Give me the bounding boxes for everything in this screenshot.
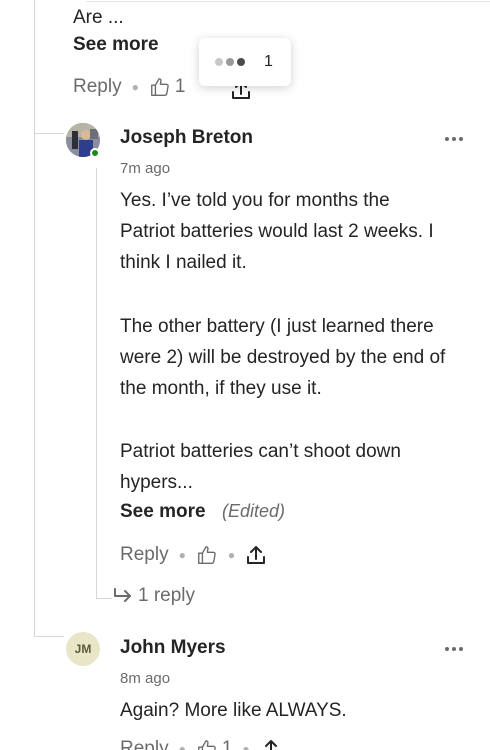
comment-paragraph: The other battery (I just learned there …: [120, 316, 446, 399]
joseph-actions: Reply ● ●: [120, 540, 267, 570]
author-name-john[interactable]: John Myers: [120, 637, 226, 659]
view-replies-button[interactable]: 1 reply: [112, 585, 195, 607]
see-more-row: See more (Edited): [120, 501, 285, 523]
separator-dot: ●: [178, 742, 186, 750]
share-button[interactable]: [245, 543, 267, 567]
tooltip-dot: [215, 58, 223, 66]
thread-line-branch-replies: [96, 598, 112, 599]
comment-paragraph: Patriot batteries can’t shoot down hyper…: [120, 441, 401, 493]
avatar-john[interactable]: JM: [66, 632, 100, 666]
top-comment-actions: Reply ● 1: [73, 72, 185, 102]
comment-paragraph: Yes. I’ve told you for months the Patrio…: [120, 190, 434, 273]
online-indicator: [90, 148, 100, 158]
edited-label: (Edited): [222, 501, 286, 521]
separator-dot: ●: [131, 80, 139, 94]
separator-dot: ●: [242, 742, 250, 750]
replies-count-label: 1 reply: [138, 585, 196, 606]
timestamp-john: 8m ago: [120, 670, 171, 687]
top-comment-text: Are ...: [73, 7, 124, 28]
clap-tooltip-count: 1: [264, 53, 273, 70]
share-button[interactable]: [260, 737, 282, 750]
clap-icon: [197, 740, 216, 750]
top-comment-clap-button[interactable]: 1: [149, 76, 186, 98]
clap-icon: [197, 546, 216, 564]
separator-dot: ●: [227, 548, 236, 562]
more-icon[interactable]: [444, 646, 464, 652]
top-comment-reply-button[interactable]: Reply: [73, 76, 122, 98]
thread-line-branch-joseph: [34, 133, 64, 134]
thread-line-branch-john: [34, 636, 64, 637]
reply-button[interactable]: Reply: [120, 738, 169, 750]
reply-button[interactable]: Reply: [120, 544, 169, 566]
john-actions: Reply ● 1 ●: [120, 734, 282, 750]
author-name-joseph[interactable]: Joseph Breton: [120, 127, 253, 149]
timestamp-joseph: 7m ago: [120, 160, 171, 177]
clap-button[interactable]: 1: [196, 738, 233, 750]
thread-line-inner: [96, 168, 97, 598]
clap-icon: [150, 78, 169, 96]
top-comment-clap-count: 1: [174, 76, 186, 97]
reply-arrow-icon: [114, 588, 131, 602]
top-comment-see-more[interactable]: See more: [73, 34, 159, 56]
see-more-link[interactable]: See more: [120, 501, 206, 522]
tooltip-dot: [237, 58, 245, 66]
share-icon: [247, 546, 266, 564]
thread-line-outer: [34, 0, 35, 636]
clap-button[interactable]: [196, 544, 218, 566]
clap-count: 1: [221, 738, 233, 750]
tooltip-dot: [226, 58, 234, 66]
top-divider: [86, 1, 490, 2]
share-icon: [264, 740, 277, 750]
comment-text-john: Again? More like ALWAYS.: [120, 700, 347, 721]
separator-dot: ●: [178, 548, 186, 562]
clap-tooltip: 1: [199, 38, 291, 86]
more-icon[interactable]: [444, 136, 464, 142]
